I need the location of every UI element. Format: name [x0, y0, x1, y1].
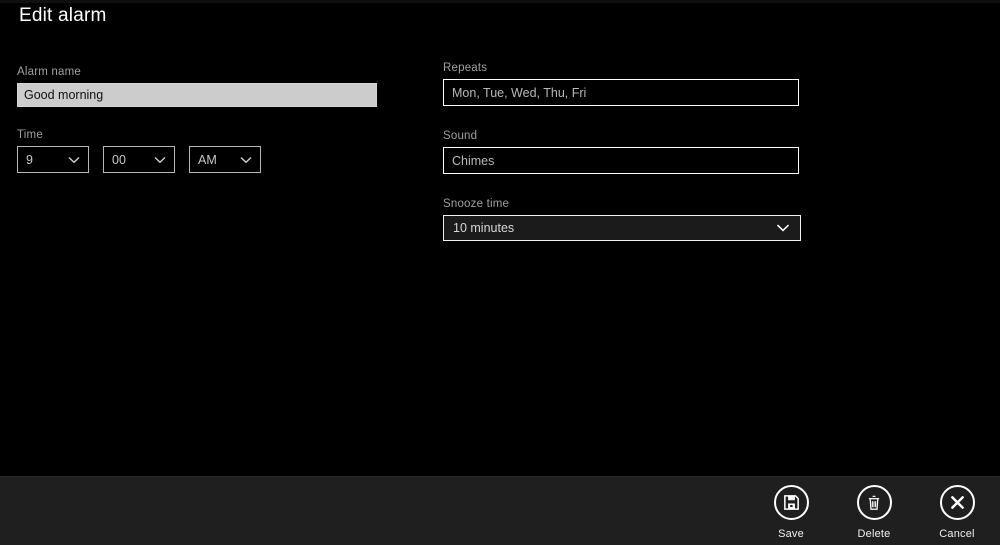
alarm-name-label: Alarm name	[17, 66, 81, 78]
snooze-time-value: 10 minutes	[453, 221, 515, 235]
right-spacer-1	[443, 106, 801, 130]
time-period-dropdown[interactable]: AM	[189, 146, 261, 173]
delete-button-label: Delete	[857, 528, 891, 540]
close-x-icon	[948, 493, 967, 512]
save-floppy-icon	[782, 493, 801, 512]
form-column-left: Alarm name Time 9 00 AM	[17, 66, 379, 173]
time-minute-dropdown[interactable]: 00	[103, 146, 175, 173]
sound-input[interactable]	[443, 147, 799, 174]
time-label: Time	[17, 129, 43, 141]
delete-button-circle	[856, 485, 892, 520]
time-period-value: AM	[198, 152, 217, 167]
sound-label: Sound	[443, 130, 478, 142]
cancel-button-circle	[939, 485, 975, 520]
snooze-time-label: Snooze time	[443, 198, 510, 210]
chevron-down-icon	[776, 221, 790, 235]
time-hour-dropdown[interactable]: 9	[17, 146, 89, 173]
time-picker-row: 9 00 AM	[17, 146, 379, 173]
time-minute-value: 00	[112, 152, 126, 167]
window-top-edge	[0, 0, 1000, 3]
snooze-time-dropdown[interactable]: 10 minutes	[443, 215, 801, 241]
save-button-circle	[773, 485, 809, 520]
chevron-down-icon	[239, 153, 253, 167]
page-title: Edit alarm	[19, 5, 107, 26]
chevron-down-icon	[153, 153, 167, 167]
left-spacer	[17, 107, 379, 129]
chevron-down-icon	[67, 153, 81, 167]
time-hour-value: 9	[26, 152, 33, 167]
save-button[interactable]: Save	[770, 485, 812, 540]
right-spacer-2	[443, 174, 801, 198]
repeats-label: Repeats	[443, 62, 488, 74]
cancel-button[interactable]: Cancel	[936, 485, 978, 540]
delete-button[interactable]: Delete	[853, 485, 895, 540]
app-bar-actions: Save Delete Cancel	[770, 485, 978, 540]
form-column-right: Repeats Sound Snooze time 10 minutes	[443, 62, 801, 241]
repeats-input[interactable]	[443, 79, 799, 106]
cancel-button-label: Cancel	[939, 528, 975, 540]
bottom-app-bar: Save Delete Cancel	[0, 476, 1000, 545]
alarm-name-input[interactable]	[17, 83, 377, 107]
save-button-label: Save	[778, 528, 804, 540]
trash-can-icon	[865, 494, 883, 512]
